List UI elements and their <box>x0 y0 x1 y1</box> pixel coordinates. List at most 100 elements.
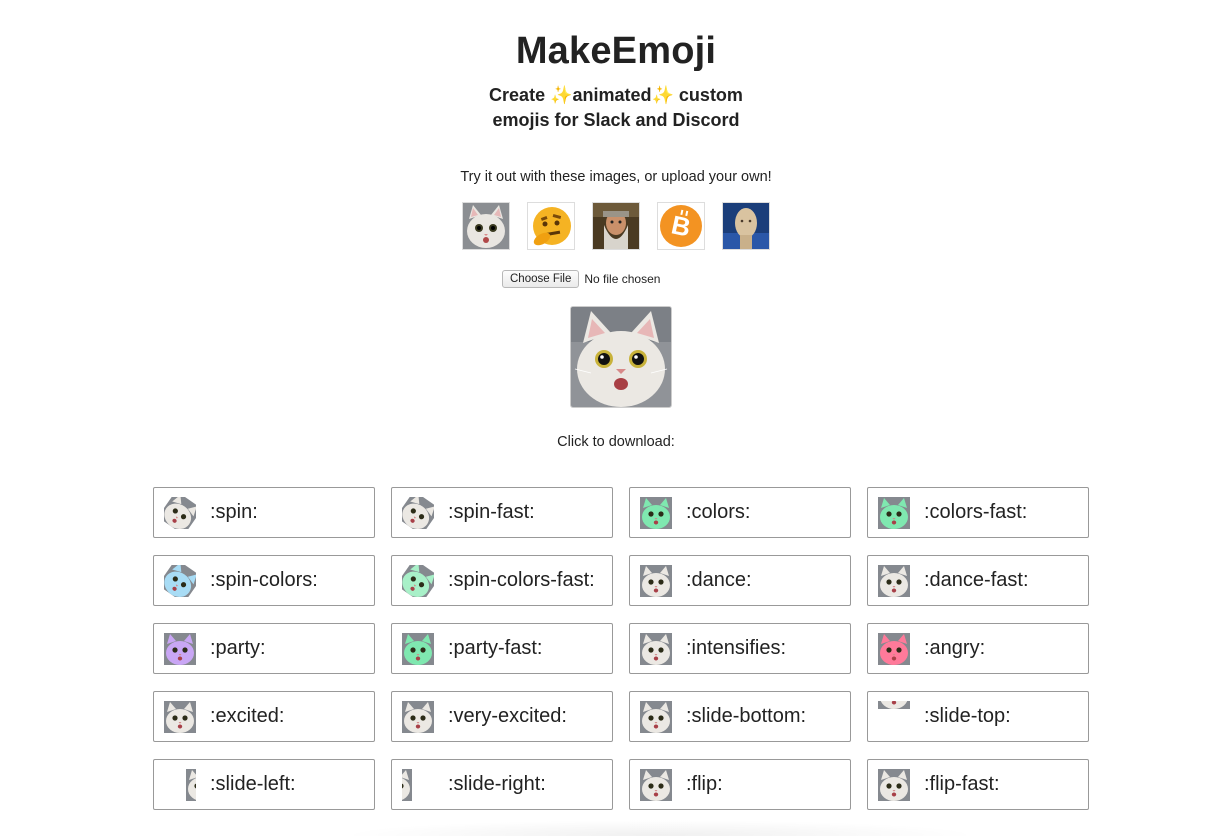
file-status: No file chosen <box>584 272 661 286</box>
emoji-download-button[interactable]: :party-fast: <box>391 623 613 674</box>
emoji-preview-icon <box>640 768 672 801</box>
subtitle-line-1: Create ✨animated✨ custom <box>489 85 743 105</box>
cat-emoji-icon <box>164 632 196 665</box>
emoji-label: :flip-fast: <box>924 773 1000 795</box>
cat-emoji-icon <box>640 632 672 665</box>
emoji-grid: :spin: :spin-fast: :colors: :colors-fast::s… <box>153 487 1089 810</box>
thinking-face-icon <box>528 203 574 249</box>
sample-thinking[interactable] <box>527 202 575 250</box>
cat-emoji-icon <box>402 700 434 733</box>
emoji-download-button[interactable]: :very-excited: <box>391 691 613 742</box>
emoji-download-button[interactable]: :colors-fast: <box>867 487 1089 538</box>
bitcoin-icon: B <box>658 203 704 249</box>
emoji-label: :slide-top: <box>924 705 1011 727</box>
cat-emoji-icon <box>640 768 672 801</box>
emoji-label: :angry: <box>924 637 986 659</box>
emoji-preview-icon <box>640 700 672 733</box>
emoji-download-button[interactable]: :excited: <box>153 691 375 742</box>
emoji-label: :colors: <box>686 501 751 523</box>
cat-emoji-icon <box>878 700 910 733</box>
cat-face-icon <box>463 203 509 249</box>
emoji-download-button[interactable]: :dance-fast: <box>867 555 1089 606</box>
emoji-preview-icon <box>164 768 196 801</box>
emoji-label: :flip: <box>686 773 723 795</box>
sample-cat[interactable] <box>462 202 510 250</box>
emoji-preview-icon <box>878 496 910 529</box>
emoji-label: :spin-fast: <box>448 501 535 523</box>
emoji-download-button[interactable]: :flip: <box>629 759 851 810</box>
preview-image <box>570 306 672 408</box>
emoji-preview-icon <box>878 700 910 733</box>
emoji-label: :colors-fast: <box>924 501 1028 523</box>
emoji-download-button[interactable]: :flip-fast: <box>867 759 1089 810</box>
emoji-label: :intensifies: <box>686 637 787 659</box>
choose-file-button[interactable]: Choose File <box>502 270 580 288</box>
emoji-preview-icon <box>402 768 434 801</box>
cat-emoji-icon <box>640 496 672 529</box>
emoji-label: :spin-colors-fast: <box>448 569 595 591</box>
emoji-label: :party: <box>210 637 266 659</box>
cat-emoji-icon <box>640 700 672 733</box>
emoji-preview-icon <box>164 564 196 597</box>
emoji-preview-icon <box>402 564 434 597</box>
cat-emoji-icon <box>878 768 910 801</box>
cat-emoji-icon <box>164 564 196 597</box>
emoji-preview-icon <box>164 496 196 529</box>
footer-shadow <box>340 820 980 836</box>
emoji-preview-icon <box>164 632 196 665</box>
emoji-preview-icon <box>164 700 196 733</box>
cat-emoji-icon <box>164 700 196 733</box>
cat-emoji-icon <box>402 632 434 665</box>
emoji-label: :slide-left: <box>210 773 296 795</box>
emoji-preview-icon <box>640 496 672 529</box>
emoji-label: :dance: <box>686 569 752 591</box>
wizard-portrait-icon <box>593 203 639 249</box>
emoji-preview-icon <box>402 700 434 733</box>
emoji-download-button[interactable]: :slide-right: <box>391 759 613 810</box>
emoji-preview-icon <box>640 564 672 597</box>
emoji-download-button[interactable]: :slide-left: <box>153 759 375 810</box>
emoji-label: :slide-right: <box>448 773 546 795</box>
sample-stonks[interactable] <box>722 202 770 250</box>
emoji-download-button[interactable]: :slide-top: <box>867 691 1089 742</box>
emoji-download-button[interactable]: :angry: <box>867 623 1089 674</box>
stonks-head-icon <box>723 203 769 249</box>
emoji-download-button[interactable]: :party: <box>153 623 375 674</box>
cat-preview-icon <box>571 307 671 407</box>
emoji-download-button[interactable]: :colors: <box>629 487 851 538</box>
page-title: MakeEmoji <box>515 30 717 72</box>
sample-bitcoin[interactable]: B <box>657 202 705 250</box>
sample-images: B <box>0 202 1232 250</box>
download-label: Click to download: <box>557 434 675 450</box>
emoji-label: :excited: <box>210 705 285 727</box>
emoji-label: :very-excited: <box>448 705 567 727</box>
emoji-preview-icon <box>878 632 910 665</box>
cat-emoji-icon <box>878 496 910 529</box>
emoji-label: :spin-colors: <box>210 569 318 591</box>
cat-emoji-icon <box>402 496 434 529</box>
cat-emoji-icon <box>164 768 196 801</box>
emoji-download-button[interactable]: :intensifies: <box>629 623 851 674</box>
emoji-download-button[interactable]: :spin: <box>153 487 375 538</box>
sample-wizard[interactable] <box>592 202 640 250</box>
emoji-download-button[interactable]: :spin-colors-fast: <box>391 555 613 606</box>
emoji-preview-icon <box>878 564 910 597</box>
cat-emoji-icon <box>402 768 434 801</box>
cat-emoji-icon <box>640 564 672 597</box>
emoji-label: :slide-bottom: <box>686 705 807 727</box>
file-upload: Choose File No file chosen <box>502 270 660 288</box>
emoji-label: :spin: <box>210 501 258 523</box>
emoji-download-button[interactable]: :slide-bottom: <box>629 691 851 742</box>
cat-emoji-icon <box>402 564 434 597</box>
emoji-preview-icon <box>878 768 910 801</box>
subtitle-line-2: emojis for Slack and Discord <box>492 110 740 130</box>
emoji-download-button[interactable]: :spin-fast: <box>391 487 613 538</box>
cat-emoji-icon <box>164 496 196 529</box>
emoji-label: :dance-fast: <box>924 569 1029 591</box>
emoji-download-button[interactable]: :spin-colors: <box>153 555 375 606</box>
emoji-preview-icon <box>402 496 434 529</box>
emoji-download-button[interactable]: :dance: <box>629 555 851 606</box>
cat-emoji-icon <box>878 564 910 597</box>
page-subtitle: Create ✨animated✨ custom emojis for Slac… <box>0 83 1232 133</box>
cat-emoji-icon <box>878 632 910 665</box>
